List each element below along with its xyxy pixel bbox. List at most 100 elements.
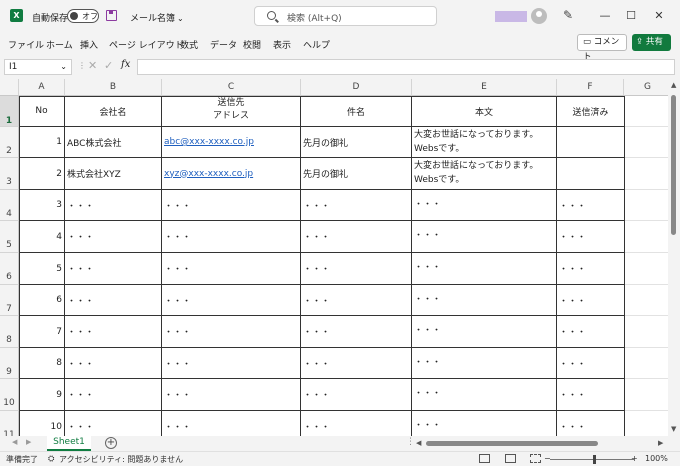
- cell-company[interactable]: ・・・: [65, 253, 162, 285]
- page-layout-view-icon[interactable]: [505, 454, 516, 463]
- cell-email[interactable]: ・・・: [162, 253, 301, 285]
- row-header-3[interactable]: 3: [0, 158, 19, 190]
- row-header-10[interactable]: 10: [0, 379, 19, 411]
- cell-body[interactable]: ・・・: [412, 379, 557, 411]
- cell-sent[interactable]: ・・・: [557, 190, 625, 221]
- menu-data[interactable]: データ: [210, 38, 237, 51]
- row-header-1[interactable]: 1: [0, 96, 19, 127]
- next-sheet-icon[interactable]: ▶: [26, 438, 31, 446]
- cell-sent[interactable]: [557, 127, 625, 158]
- cell-sent[interactable]: ・・・: [557, 411, 625, 436]
- cell-g[interactable]: [625, 253, 668, 285]
- cell-sent[interactable]: [557, 158, 625, 190]
- accessibility-status[interactable]: アクセシビリティ: 問題ありません: [59, 454, 183, 465]
- cell-no[interactable]: 9: [19, 379, 65, 411]
- cancel-icon[interactable]: ✕: [88, 59, 97, 72]
- maximize-button[interactable]: ☐: [620, 7, 642, 25]
- cell-sent[interactable]: ・・・: [557, 348, 625, 379]
- header-address[interactable]: 送信先 アドレス: [162, 96, 301, 127]
- cell-sent[interactable]: ・・・: [557, 285, 625, 316]
- header-body[interactable]: 本文: [412, 96, 557, 127]
- select-all-corner[interactable]: [0, 79, 19, 96]
- cell-company[interactable]: ・・・: [65, 379, 162, 411]
- cell-email[interactable]: abc@xxx-xxxx.co.jp: [162, 127, 301, 158]
- column-header-g[interactable]: G: [624, 79, 668, 96]
- cell-body[interactable]: ・・・: [412, 285, 557, 316]
- prev-sheet-icon[interactable]: ◀: [12, 438, 17, 446]
- row-header-5[interactable]: 5: [0, 221, 19, 253]
- zoom-level[interactable]: 100%: [645, 454, 668, 463]
- file-name-menu[interactable]: メール名簿 ⌄: [130, 11, 184, 24]
- cell-no[interactable]: 7: [19, 316, 65, 348]
- cell-company[interactable]: ・・・: [65, 316, 162, 348]
- cell-sent[interactable]: ・・・: [557, 379, 625, 411]
- cell-body[interactable]: ・・・: [412, 221, 557, 253]
- column-header-a[interactable]: A: [19, 79, 65, 96]
- menu-help[interactable]: ヘルプ: [303, 38, 330, 51]
- close-button[interactable]: ✕: [648, 7, 670, 25]
- header-subject[interactable]: 件名: [301, 96, 412, 127]
- row-header-8[interactable]: 8: [0, 316, 19, 348]
- horizontal-scroll-thumb[interactable]: [426, 441, 598, 446]
- scroll-down-icon[interactable]: ▼: [671, 425, 676, 433]
- confirm-icon[interactable]: ✓: [104, 59, 113, 72]
- cell-company[interactable]: ・・・: [65, 348, 162, 379]
- cell-g[interactable]: [625, 348, 668, 379]
- row-header-4[interactable]: 4: [0, 190, 19, 221]
- column-header-b[interactable]: B: [65, 79, 162, 96]
- more-options-icon[interactable]: ⋮: [78, 61, 86, 70]
- cell-subject[interactable]: ・・・: [301, 379, 412, 411]
- cell-company[interactable]: ・・・: [65, 221, 162, 253]
- row-header-2[interactable]: 2: [0, 127, 19, 158]
- cell-sent[interactable]: ・・・: [557, 316, 625, 348]
- row-header-9[interactable]: 9: [0, 348, 19, 379]
- cell-subject[interactable]: ・・・: [301, 253, 412, 285]
- cell-body[interactable]: ・・・: [412, 253, 557, 285]
- cell-subject[interactable]: ・・・: [301, 285, 412, 316]
- cell-g[interactable]: [625, 127, 668, 158]
- cell-body[interactable]: ・・・: [412, 190, 557, 221]
- cell-body[interactable]: ・・・: [412, 348, 557, 379]
- cell-subject[interactable]: ・・・: [301, 221, 412, 253]
- cell-sent[interactable]: ・・・: [557, 253, 625, 285]
- cell-no[interactable]: 4: [19, 221, 65, 253]
- cell-email[interactable]: ・・・: [162, 411, 301, 436]
- insert-function-button[interactable]: fx: [121, 59, 130, 70]
- cell-email[interactable]: xyz@xxx-xxxx.co.jp: [162, 158, 301, 190]
- header-company[interactable]: 会社名: [65, 96, 162, 127]
- cell-company[interactable]: ・・・: [65, 285, 162, 316]
- column-header-d[interactable]: D: [301, 79, 412, 96]
- menu-page-layout[interactable]: ページ レイアウト: [109, 38, 184, 51]
- menu-home[interactable]: ホーム: [46, 38, 73, 51]
- cell-email[interactable]: ・・・: [162, 379, 301, 411]
- cell-company[interactable]: ・・・: [65, 190, 162, 221]
- normal-view-icon[interactable]: [479, 454, 490, 463]
- add-sheet-button[interactable]: +: [105, 437, 117, 449]
- name-box[interactable]: I1 ⌄: [4, 59, 72, 75]
- cell-g[interactable]: [625, 158, 668, 190]
- menu-insert[interactable]: 挿入: [80, 38, 98, 51]
- cell-email[interactable]: ・・・: [162, 316, 301, 348]
- cell-email[interactable]: ・・・: [162, 285, 301, 316]
- cell-no[interactable]: 10: [19, 411, 65, 436]
- vertical-scrollbar[interactable]: ▲ ▼: [668, 79, 680, 436]
- column-header-c[interactable]: C: [162, 79, 301, 96]
- cell-g[interactable]: [625, 221, 668, 253]
- row-header-6[interactable]: 6: [0, 253, 19, 285]
- cell-subject[interactable]: ・・・: [301, 348, 412, 379]
- header-no[interactable]: No: [19, 96, 65, 127]
- scroll-up-icon[interactable]: ▲: [671, 81, 676, 89]
- cell-g1[interactable]: [625, 96, 668, 127]
- column-header-f[interactable]: F: [557, 79, 624, 96]
- menu-review[interactable]: 校閲: [243, 38, 261, 51]
- cell-subject[interactable]: ・・・: [301, 190, 412, 221]
- cell-g[interactable]: [625, 411, 668, 436]
- zoom-slider[interactable]: [550, 459, 634, 460]
- column-header-e[interactable]: E: [412, 79, 557, 96]
- menu-file[interactable]: ファイル: [8, 38, 44, 51]
- cell-g[interactable]: [625, 379, 668, 411]
- avatar[interactable]: [531, 8, 547, 24]
- cell-subject[interactable]: 先月の御礼: [301, 158, 412, 190]
- cell-no[interactable]: 3: [19, 190, 65, 221]
- spreadsheet-grid[interactable]: A B C D E F G 1 2 3 4 5 6 7 8 9 10 11 No…: [0, 79, 668, 436]
